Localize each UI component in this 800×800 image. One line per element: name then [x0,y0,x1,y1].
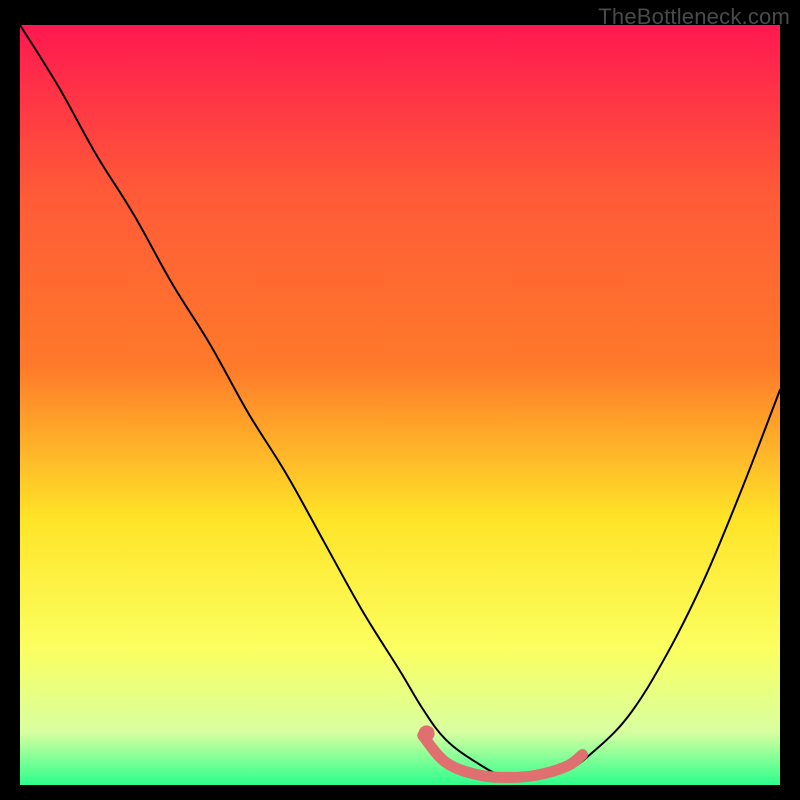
chart-frame: TheBottleneck.com [0,0,800,800]
bottleneck-highlight-dot [419,725,435,741]
plot-svg [20,25,780,785]
plot-area [20,25,780,785]
watermark-text: TheBottleneck.com [598,4,790,30]
